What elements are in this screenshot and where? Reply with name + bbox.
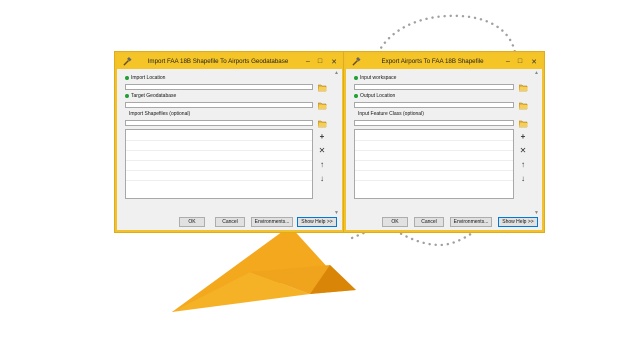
maximize-icon[interactable]: □ (514, 54, 526, 69)
import-dialog-scrollbar[interactable]: ▲ ▼ (333, 69, 340, 216)
scroll-up-icon[interactable]: ▲ (333, 69, 340, 76)
field-label-output-location: Output Location (354, 93, 395, 99)
show-help-button[interactable]: Show Help >> (297, 217, 337, 227)
environments-button[interactable]: Environments... (251, 217, 293, 227)
required-icon (354, 94, 358, 98)
folder-open-icon[interactable] (518, 119, 528, 128)
output-location-input[interactable] (354, 102, 514, 108)
input-feature-class-list[interactable] (354, 129, 514, 199)
move-up-icon[interactable]: ↑ (518, 159, 528, 169)
export-dialog: Export Airports To FAA 18B Shapefile – □… (344, 52, 544, 232)
input-feature-class-input[interactable] (354, 120, 514, 126)
cancel-button[interactable]: Cancel (414, 217, 444, 227)
required-icon (354, 76, 358, 80)
remove-icon[interactable]: ✕ (518, 145, 528, 155)
cancel-button[interactable]: Cancel (215, 217, 245, 227)
folder-open-icon[interactable] (518, 83, 528, 92)
import-dialog: Import FAA 18B Shapefile To Airports Geo… (115, 52, 344, 232)
move-down-icon[interactable]: ↓ (518, 173, 528, 183)
move-up-icon[interactable]: ↑ (317, 159, 327, 169)
folder-open-icon[interactable] (317, 101, 327, 110)
folder-open-icon[interactable] (317, 83, 327, 92)
environments-button[interactable]: Environments... (450, 217, 492, 227)
show-help-button[interactable]: Show Help >> (498, 217, 538, 227)
export-dialog-button-bar: OK Cancel Environments... Show Help >> (348, 217, 540, 227)
scroll-down-icon[interactable]: ▼ (333, 209, 340, 216)
close-icon[interactable]: ✕ (326, 54, 342, 69)
folder-open-icon[interactable] (317, 119, 327, 128)
export-dialog-body: Input workspace Output Location Input Fe… (348, 69, 540, 230)
required-icon (125, 76, 129, 80)
hammer-tool-icon (120, 55, 134, 69)
import-shapefiles-input[interactable] (125, 120, 313, 126)
maximize-icon[interactable]: □ (314, 54, 326, 69)
export-dialog-scrollbar[interactable]: ▲ ▼ (533, 69, 540, 216)
field-label-target-geodatabase: Target Geodatabase (125, 93, 176, 99)
ok-button[interactable]: OK (179, 217, 205, 227)
export-dialog-title: Export Airports To FAA 18B Shapefile (381, 58, 484, 65)
add-icon[interactable]: + (317, 131, 327, 141)
import-dialog-button-bar: OK Cancel Environments... Show Help >> (119, 217, 340, 227)
field-label-import-shapefiles: Import Shapefiles (optional) (129, 111, 191, 117)
minimize-icon[interactable]: – (502, 54, 514, 69)
minimize-icon[interactable]: – (302, 54, 314, 69)
field-label-input-workspace: Input workspace (354, 75, 396, 81)
import-dialog-title: Import FAA 18B Shapefile To Airports Geo… (147, 58, 289, 65)
scroll-down-icon[interactable]: ▼ (533, 209, 540, 216)
target-geodatabase-input[interactable] (125, 102, 313, 108)
ok-button[interactable]: OK (382, 217, 408, 227)
move-down-icon[interactable]: ↓ (317, 173, 327, 183)
scene: Import FAA 18B Shapefile To Airports Geo… (0, 0, 640, 350)
add-icon[interactable]: + (518, 131, 528, 141)
import-location-input[interactable] (125, 84, 313, 90)
required-icon (125, 94, 129, 98)
scroll-up-icon[interactable]: ▲ (533, 69, 540, 76)
field-label-import-location: Import Location (125, 75, 165, 81)
input-workspace-input[interactable] (354, 84, 514, 90)
paper-plane-icon (172, 226, 356, 312)
import-dialog-titlebar[interactable]: Import FAA 18B Shapefile To Airports Geo… (117, 54, 342, 69)
field-label-input-feature-class: Input Feature Class (optional) (358, 111, 424, 117)
import-dialog-body: Import Location Target Geodatabase Impor… (119, 69, 340, 230)
hammer-tool-icon (349, 55, 363, 69)
folder-open-icon[interactable] (518, 101, 528, 110)
import-shapefiles-list[interactable] (125, 129, 313, 199)
export-dialog-titlebar[interactable]: Export Airports To FAA 18B Shapefile – □… (346, 54, 542, 69)
remove-icon[interactable]: ✕ (317, 145, 327, 155)
close-icon[interactable]: ✕ (526, 54, 542, 69)
